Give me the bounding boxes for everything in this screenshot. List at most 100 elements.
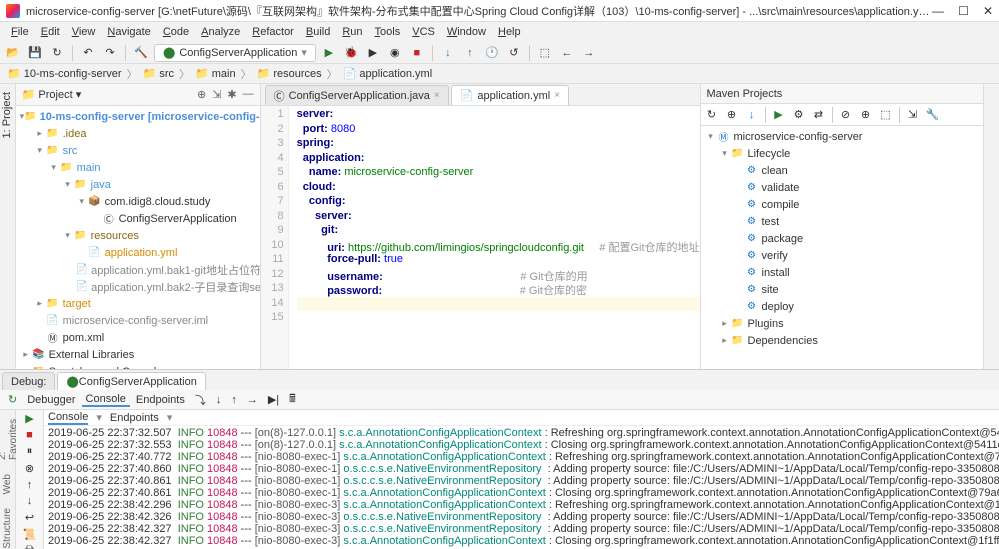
minimize-button[interactable]: —	[932, 4, 944, 18]
web-tab[interactable]: Web	[2, 474, 13, 494]
save-icon[interactable]: 💾	[26, 44, 44, 62]
mvn-settings-icon[interactable]: 🔧	[924, 106, 942, 124]
tree-node-1[interactable]: ▸📁.idea	[16, 125, 260, 142]
rerun-icon[interactable]: ▶	[22, 412, 38, 425]
debug-tab-app[interactable]: ⬤ ConfigServerApplication	[57, 372, 205, 390]
mvn-download-icon[interactable]: ↓	[743, 106, 761, 124]
mvn-generate-icon[interactable]: ⊕	[723, 106, 741, 124]
refresh-icon[interactable]: ↻	[48, 44, 66, 62]
mvn-exec-icon[interactable]: ⚙	[790, 106, 808, 124]
crumb-2[interactable]: 📁 main	[192, 67, 239, 80]
locate-icon[interactable]: ⊕	[197, 88, 206, 101]
menu-refactor[interactable]: Refactor	[247, 25, 299, 39]
wrap-icon[interactable]: ↩	[22, 511, 38, 524]
print-icon[interactable]: 🖨	[22, 545, 38, 549]
pause-icon[interactable]: ⏸	[22, 445, 38, 458]
profile-icon[interactable]: ◉	[386, 44, 404, 62]
editor-tab-0[interactable]: ⒸConfigServerApplication.java×	[265, 85, 449, 105]
mvn-node[interactable]: ⚙test	[701, 213, 984, 230]
mvn-node[interactable]: ⚙clean	[701, 162, 984, 179]
menu-window[interactable]: Window	[442, 25, 491, 39]
vcs-revert-icon[interactable]: ↺	[505, 44, 523, 62]
mvn-node[interactable]: ⚙package	[701, 230, 984, 247]
vcs-history-icon[interactable]: 🕐	[483, 44, 501, 62]
mvn-node[interactable]: ▸📁Plugins	[701, 315, 984, 332]
back-icon[interactable]: ←	[558, 44, 576, 62]
project-view-dropdown[interactable]: 📁 Project ▾	[22, 88, 82, 101]
redo-icon[interactable]: ↷	[101, 44, 119, 62]
code-lines[interactable]: server: port: 8080spring: application: n…	[289, 106, 700, 369]
vcs-commit-icon[interactable]: ↑	[461, 44, 479, 62]
collapse-icon[interactable]: ⇲	[212, 88, 221, 101]
mvn-deps-icon[interactable]: ⬚	[877, 106, 895, 124]
crumb-4[interactable]: 📄 application.yml	[340, 67, 436, 80]
mvn-collapse-icon[interactable]: ⇲	[904, 106, 922, 124]
tree-node-5[interactable]: ▾📦com.idig8.cloud.study	[16, 193, 260, 210]
mvn-node[interactable]: ⚙validate	[701, 179, 984, 196]
crumb-0[interactable]: 📁 10-ms-config-server	[4, 67, 125, 80]
mvn-node[interactable]: ▸📁Dependencies	[701, 332, 984, 349]
debug-tab-label[interactable]: Debug:	[2, 372, 55, 390]
settings-icon[interactable]: ✱	[227, 88, 236, 101]
mvn-node[interactable]: ⚙site	[701, 281, 984, 298]
forward-icon[interactable]: →	[580, 44, 598, 62]
menu-analyze[interactable]: Analyze	[196, 25, 245, 39]
menu-file[interactable]: File	[6, 25, 34, 39]
menu-navigate[interactable]: Navigate	[102, 25, 155, 39]
menu-build[interactable]: Build	[301, 25, 335, 39]
menu-run[interactable]: Run	[337, 25, 367, 39]
menu-view[interactable]: View	[67, 25, 101, 39]
favorites-tab[interactable]: 2: Favorites	[0, 416, 19, 460]
step-over-icon[interactable]: ⤵	[191, 392, 210, 408]
editor-tab-1[interactable]: 📄application.yml×	[451, 85, 569, 105]
tree-node-13[interactable]: Ⓜpom.xml	[16, 329, 260, 346]
code-area[interactable]: 123456789101112131415 server: port: 8080…	[261, 106, 700, 369]
run-to-icon[interactable]: ▶|	[264, 393, 283, 406]
mvn-offline-icon[interactable]: ⊕	[857, 106, 875, 124]
debug-restart-icon[interactable]: ↻	[4, 393, 21, 406]
mvn-node[interactable]: ▾📁Lifecycle	[701, 145, 984, 162]
tree-node-10[interactable]: 📄application.yml.bak2-子目录查询search-path	[16, 278, 260, 295]
up-icon[interactable]: ↑	[22, 479, 38, 491]
step-into-icon[interactable]: ↓	[212, 394, 226, 406]
project-tree[interactable]: ▾📁10-ms-config-server [microservice-conf…	[16, 106, 260, 369]
mvn-node[interactable]: ⚙deploy	[701, 298, 984, 315]
tree-node-12[interactable]: 📄microservice-config-server.iml	[16, 312, 260, 329]
mvn-node[interactable]: ▾Ⓜmicroservice-config-server	[701, 128, 984, 145]
menu-help[interactable]: Help	[493, 25, 526, 39]
tree-node-15[interactable]: 📁Scratches and Consoles	[16, 363, 260, 369]
menu-edit[interactable]: Edit	[36, 25, 65, 39]
menu-tools[interactable]: Tools	[370, 25, 406, 39]
maximize-button[interactable]: ☐	[958, 4, 969, 18]
close-button[interactable]: ✕	[983, 4, 993, 18]
scroll-icon[interactable]: 📜	[22, 528, 38, 541]
endpoints-tab[interactable]: Endpoints	[132, 394, 189, 406]
crumb-1[interactable]: 📁 src	[140, 67, 177, 80]
crumb-3[interactable]: 📁 resources	[254, 67, 325, 80]
console-tab[interactable]: Console	[82, 393, 130, 407]
mvn-refresh-icon[interactable]: ↻	[703, 106, 721, 124]
structure-icon[interactable]: ⬚	[536, 44, 554, 62]
mvn-skip-icon[interactable]: ⊘	[837, 106, 855, 124]
step-icon[interactable]: →	[243, 394, 262, 406]
debug-icon[interactable]: 🐞	[342, 44, 360, 62]
exit-icon[interactable]: ⊗	[22, 462, 38, 475]
open-icon[interactable]: 📂	[4, 44, 22, 62]
project-tab-button[interactable]: 1: Project	[1, 88, 13, 142]
build-icon[interactable]: 🔨	[132, 44, 150, 62]
undo-icon[interactable]: ↶	[79, 44, 97, 62]
maven-tree[interactable]: ▾Ⓜmicroservice-config-server▾📁Lifecycle⚙…	[701, 126, 984, 369]
mvn-node[interactable]: ⚙install	[701, 264, 984, 281]
mvn-node[interactable]: ⚙verify	[701, 247, 984, 264]
tree-node-0[interactable]: ▾📁10-ms-config-server [microservice-conf…	[16, 108, 260, 125]
console-subtab[interactable]: Console	[48, 411, 88, 425]
tree-node-6[interactable]: ⒸConfigServerApplication	[16, 210, 260, 227]
tree-node-2[interactable]: ▾📁src	[16, 142, 260, 159]
hide-icon[interactable]: —	[243, 88, 254, 101]
down-icon[interactable]: ↓	[22, 495, 38, 507]
tree-node-8[interactable]: 📄application.yml	[16, 244, 260, 261]
vcs-update-icon[interactable]: ↓	[439, 44, 457, 62]
stop2-icon[interactable]: ■	[22, 429, 38, 441]
stop-icon[interactable]: ■	[408, 44, 426, 62]
mvn-node[interactable]: ⚙compile	[701, 196, 984, 213]
